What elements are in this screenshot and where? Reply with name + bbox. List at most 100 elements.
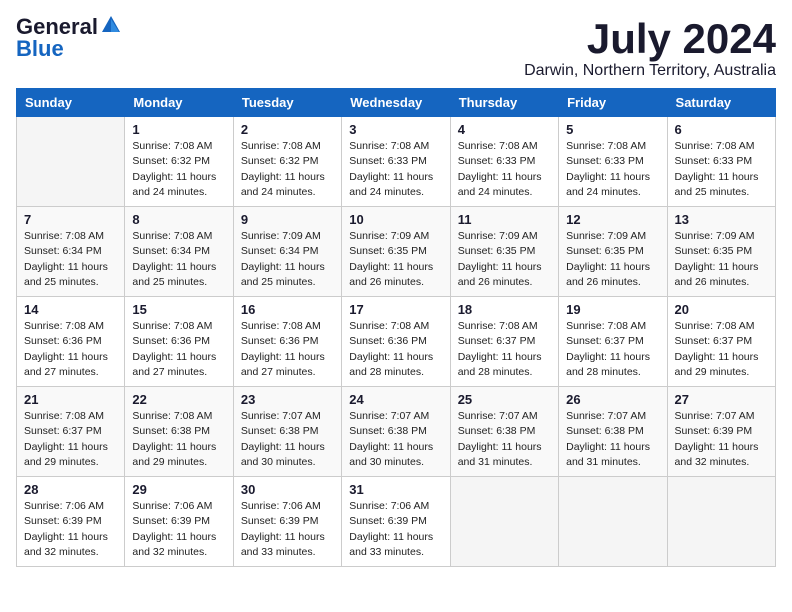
day-number: 5 bbox=[566, 122, 659, 137]
day-number: 23 bbox=[241, 392, 334, 407]
table-row: 16 Sunrise: 7:08 AMSunset: 6:36 PMDaylig… bbox=[233, 297, 341, 387]
day-number: 20 bbox=[675, 302, 768, 317]
day-number: 17 bbox=[349, 302, 442, 317]
day-number: 24 bbox=[349, 392, 442, 407]
day-number: 16 bbox=[241, 302, 334, 317]
calendar-week-row: 14 Sunrise: 7:08 AMSunset: 6:36 PMDaylig… bbox=[17, 297, 776, 387]
col-tuesday: Tuesday bbox=[233, 89, 341, 117]
day-number: 26 bbox=[566, 392, 659, 407]
day-detail: Sunrise: 7:09 AMSunset: 6:35 PMDaylight:… bbox=[566, 230, 650, 288]
calendar-header-row: Sunday Monday Tuesday Wednesday Thursday… bbox=[17, 89, 776, 117]
table-row: 2 Sunrise: 7:08 AMSunset: 6:32 PMDayligh… bbox=[233, 117, 341, 207]
table-row bbox=[559, 477, 667, 567]
day-detail: Sunrise: 7:09 AMSunset: 6:35 PMDaylight:… bbox=[675, 230, 759, 288]
table-row: 11 Sunrise: 7:09 AMSunset: 6:35 PMDaylig… bbox=[450, 207, 558, 297]
day-detail: Sunrise: 7:08 AMSunset: 6:34 PMDaylight:… bbox=[132, 230, 216, 288]
day-detail: Sunrise: 7:08 AMSunset: 6:33 PMDaylight:… bbox=[675, 140, 759, 198]
day-number: 7 bbox=[24, 212, 117, 227]
title-area: July 2024 Darwin, Northern Territory, Au… bbox=[524, 16, 776, 80]
day-number: 18 bbox=[458, 302, 551, 317]
table-row: 7 Sunrise: 7:08 AMSunset: 6:34 PMDayligh… bbox=[17, 207, 125, 297]
table-row: 22 Sunrise: 7:08 AMSunset: 6:38 PMDaylig… bbox=[125, 387, 233, 477]
day-detail: Sunrise: 7:09 AMSunset: 6:35 PMDaylight:… bbox=[349, 230, 433, 288]
table-row: 12 Sunrise: 7:09 AMSunset: 6:35 PMDaylig… bbox=[559, 207, 667, 297]
day-detail: Sunrise: 7:06 AMSunset: 6:39 PMDaylight:… bbox=[349, 500, 433, 558]
table-row: 23 Sunrise: 7:07 AMSunset: 6:38 PMDaylig… bbox=[233, 387, 341, 477]
table-row: 27 Sunrise: 7:07 AMSunset: 6:39 PMDaylig… bbox=[667, 387, 775, 477]
day-detail: Sunrise: 7:07 AMSunset: 6:38 PMDaylight:… bbox=[349, 410, 433, 468]
day-number: 30 bbox=[241, 482, 334, 497]
table-row: 1 Sunrise: 7:08 AMSunset: 6:32 PMDayligh… bbox=[125, 117, 233, 207]
col-saturday: Saturday bbox=[667, 89, 775, 117]
day-number: 12 bbox=[566, 212, 659, 227]
day-detail: Sunrise: 7:08 AMSunset: 6:33 PMDaylight:… bbox=[566, 140, 650, 198]
day-number: 6 bbox=[675, 122, 768, 137]
logo-blue-text: Blue bbox=[16, 38, 64, 60]
col-thursday: Thursday bbox=[450, 89, 558, 117]
day-detail: Sunrise: 7:08 AMSunset: 6:32 PMDaylight:… bbox=[241, 140, 325, 198]
day-number: 28 bbox=[24, 482, 117, 497]
day-detail: Sunrise: 7:08 AMSunset: 6:37 PMDaylight:… bbox=[24, 410, 108, 468]
day-number: 25 bbox=[458, 392, 551, 407]
table-row: 14 Sunrise: 7:08 AMSunset: 6:36 PMDaylig… bbox=[17, 297, 125, 387]
logo-general-text: General bbox=[16, 16, 98, 38]
table-row: 21 Sunrise: 7:08 AMSunset: 6:37 PMDaylig… bbox=[17, 387, 125, 477]
day-number: 15 bbox=[132, 302, 225, 317]
day-number: 8 bbox=[132, 212, 225, 227]
col-friday: Friday bbox=[559, 89, 667, 117]
day-number: 13 bbox=[675, 212, 768, 227]
table-row bbox=[17, 117, 125, 207]
calendar-week-row: 7 Sunrise: 7:08 AMSunset: 6:34 PMDayligh… bbox=[17, 207, 776, 297]
logo-icon bbox=[100, 14, 122, 36]
day-detail: Sunrise: 7:08 AMSunset: 6:36 PMDaylight:… bbox=[349, 320, 433, 378]
table-row: 26 Sunrise: 7:07 AMSunset: 6:38 PMDaylig… bbox=[559, 387, 667, 477]
day-detail: Sunrise: 7:09 AMSunset: 6:34 PMDaylight:… bbox=[241, 230, 325, 288]
table-row: 15 Sunrise: 7:08 AMSunset: 6:36 PMDaylig… bbox=[125, 297, 233, 387]
table-row: 13 Sunrise: 7:09 AMSunset: 6:35 PMDaylig… bbox=[667, 207, 775, 297]
table-row: 10 Sunrise: 7:09 AMSunset: 6:35 PMDaylig… bbox=[342, 207, 450, 297]
day-number: 31 bbox=[349, 482, 442, 497]
day-detail: Sunrise: 7:08 AMSunset: 6:36 PMDaylight:… bbox=[24, 320, 108, 378]
table-row: 5 Sunrise: 7:08 AMSunset: 6:33 PMDayligh… bbox=[559, 117, 667, 207]
day-number: 19 bbox=[566, 302, 659, 317]
logo: General Blue bbox=[16, 16, 122, 60]
day-detail: Sunrise: 7:08 AMSunset: 6:32 PMDaylight:… bbox=[132, 140, 216, 198]
table-row bbox=[667, 477, 775, 567]
calendar-week-row: 21 Sunrise: 7:08 AMSunset: 6:37 PMDaylig… bbox=[17, 387, 776, 477]
day-number: 11 bbox=[458, 212, 551, 227]
table-row: 6 Sunrise: 7:08 AMSunset: 6:33 PMDayligh… bbox=[667, 117, 775, 207]
day-detail: Sunrise: 7:07 AMSunset: 6:39 PMDaylight:… bbox=[675, 410, 759, 468]
day-detail: Sunrise: 7:06 AMSunset: 6:39 PMDaylight:… bbox=[132, 500, 216, 558]
day-detail: Sunrise: 7:06 AMSunset: 6:39 PMDaylight:… bbox=[241, 500, 325, 558]
day-detail: Sunrise: 7:08 AMSunset: 6:37 PMDaylight:… bbox=[566, 320, 650, 378]
day-number: 14 bbox=[24, 302, 117, 317]
day-number: 3 bbox=[349, 122, 442, 137]
calendar-week-row: 1 Sunrise: 7:08 AMSunset: 6:32 PMDayligh… bbox=[17, 117, 776, 207]
table-row: 24 Sunrise: 7:07 AMSunset: 6:38 PMDaylig… bbox=[342, 387, 450, 477]
table-row: 3 Sunrise: 7:08 AMSunset: 6:33 PMDayligh… bbox=[342, 117, 450, 207]
day-detail: Sunrise: 7:07 AMSunset: 6:38 PMDaylight:… bbox=[458, 410, 542, 468]
day-detail: Sunrise: 7:08 AMSunset: 6:33 PMDaylight:… bbox=[349, 140, 433, 198]
col-monday: Monday bbox=[125, 89, 233, 117]
day-detail: Sunrise: 7:09 AMSunset: 6:35 PMDaylight:… bbox=[458, 230, 542, 288]
col-wednesday: Wednesday bbox=[342, 89, 450, 117]
day-detail: Sunrise: 7:08 AMSunset: 6:33 PMDaylight:… bbox=[458, 140, 542, 198]
day-detail: Sunrise: 7:08 AMSunset: 6:38 PMDaylight:… bbox=[132, 410, 216, 468]
day-detail: Sunrise: 7:08 AMSunset: 6:36 PMDaylight:… bbox=[241, 320, 325, 378]
header: General Blue July 2024 Darwin, Northern … bbox=[16, 16, 776, 80]
calendar-table: Sunday Monday Tuesday Wednesday Thursday… bbox=[16, 88, 776, 567]
table-row: 25 Sunrise: 7:07 AMSunset: 6:38 PMDaylig… bbox=[450, 387, 558, 477]
table-row: 4 Sunrise: 7:08 AMSunset: 6:33 PMDayligh… bbox=[450, 117, 558, 207]
day-number: 9 bbox=[241, 212, 334, 227]
col-sunday: Sunday bbox=[17, 89, 125, 117]
table-row: 18 Sunrise: 7:08 AMSunset: 6:37 PMDaylig… bbox=[450, 297, 558, 387]
table-row: 30 Sunrise: 7:06 AMSunset: 6:39 PMDaylig… bbox=[233, 477, 341, 567]
day-detail: Sunrise: 7:07 AMSunset: 6:38 PMDaylight:… bbox=[566, 410, 650, 468]
table-row: 20 Sunrise: 7:08 AMSunset: 6:37 PMDaylig… bbox=[667, 297, 775, 387]
day-number: 1 bbox=[132, 122, 225, 137]
day-number: 21 bbox=[24, 392, 117, 407]
table-row: 28 Sunrise: 7:06 AMSunset: 6:39 PMDaylig… bbox=[17, 477, 125, 567]
table-row: 31 Sunrise: 7:06 AMSunset: 6:39 PMDaylig… bbox=[342, 477, 450, 567]
day-detail: Sunrise: 7:08 AMSunset: 6:37 PMDaylight:… bbox=[458, 320, 542, 378]
month-year-title: July 2024 bbox=[524, 16, 776, 62]
